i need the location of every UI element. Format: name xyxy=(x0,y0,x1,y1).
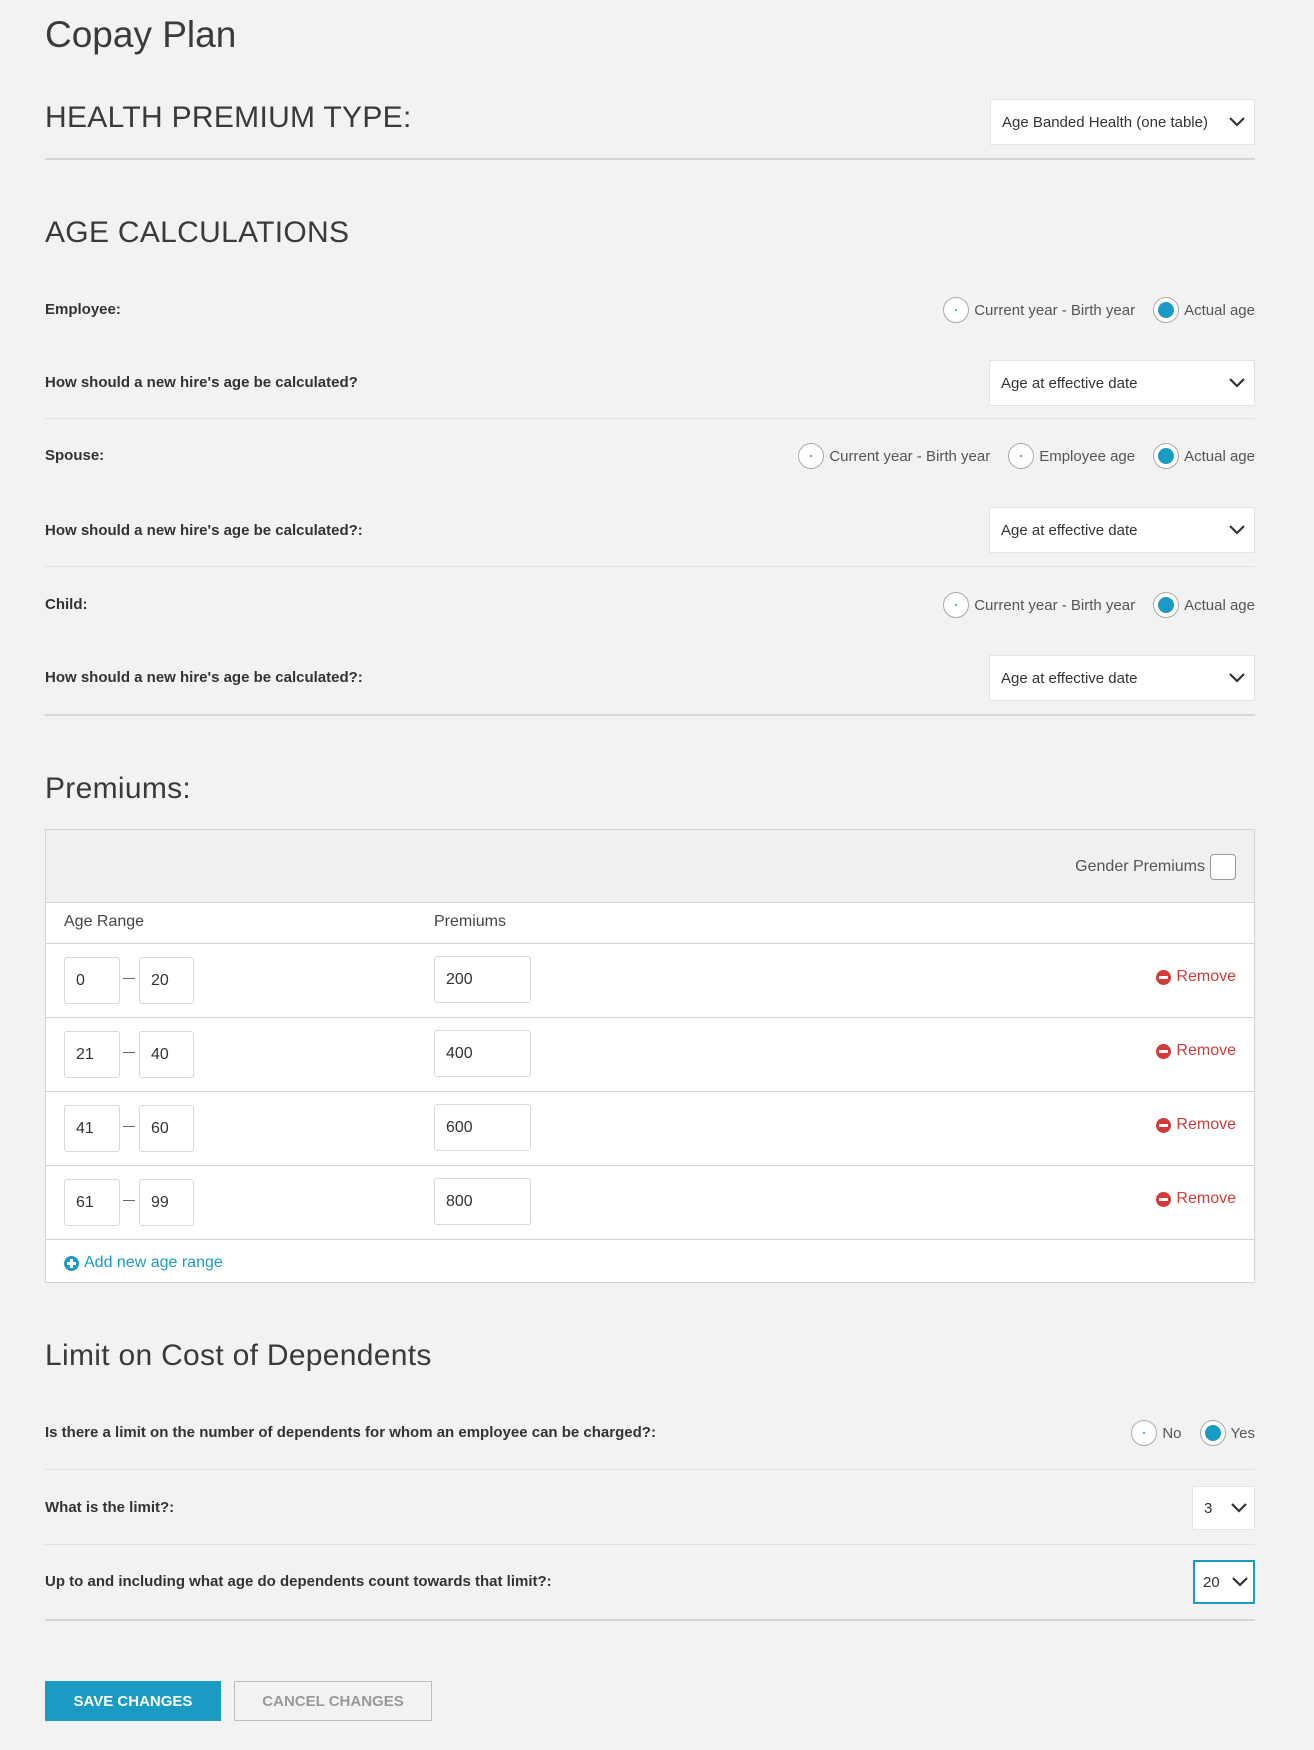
age-to-input[interactable]: 99 xyxy=(139,1179,194,1226)
spouse-age-radio-group: Current year - Birth year Employee age A… xyxy=(780,443,1255,469)
spouse-radio-employee-age[interactable]: Employee age xyxy=(1008,443,1135,469)
gender-premiums-label: Gender Premiums xyxy=(1075,858,1205,875)
radio-circle-selected xyxy=(1153,443,1180,469)
spouse-hire-label: How should a new hire's age be calculate… xyxy=(45,522,363,539)
child-hire-age-select[interactable]: Age at effective date xyxy=(989,655,1255,701)
child-radio-current-year[interactable]: Current year - Birth year xyxy=(943,592,1135,618)
table-row: 61 99 800 Remove xyxy=(46,1165,1254,1239)
remove-icon xyxy=(1156,1117,1172,1133)
age-to-input[interactable]: 40 xyxy=(139,1031,194,1078)
radio-circle xyxy=(1131,1420,1158,1446)
chevron-down-icon xyxy=(1220,117,1254,127)
add-age-range-link[interactable]: Add new age range xyxy=(64,1254,223,1272)
col-header-age-range: Age Range xyxy=(64,913,145,930)
chevron-down-icon xyxy=(1220,378,1254,388)
age-from-input[interactable]: 61 xyxy=(64,1179,120,1226)
limit-value-label: What is the limit?: xyxy=(45,1499,175,1516)
limit-radio-no[interactable]: No xyxy=(1131,1420,1182,1446)
limit-radio-group: No Yes xyxy=(1113,1420,1255,1446)
employee-radio-current-year[interactable]: Current year - Birth year xyxy=(943,297,1135,323)
cancel-changes-button[interactable]: CANCEL CHANGES xyxy=(234,1681,432,1721)
table-row: 0 20 200 Remove xyxy=(46,943,1254,1017)
divider xyxy=(45,158,1255,160)
premium-input[interactable]: 600 xyxy=(434,1104,531,1151)
child-hire-label: How should a new hire's age be calculate… xyxy=(45,669,363,686)
gender-premiums-toggle[interactable]: Gender Premiums xyxy=(1075,854,1236,880)
premium-input[interactable]: 200 xyxy=(434,956,531,1003)
premium-input[interactable]: 800 xyxy=(434,1178,531,1225)
radio-circle xyxy=(798,443,825,469)
remove-icon xyxy=(1156,1043,1172,1059)
chevron-down-icon xyxy=(1220,673,1254,683)
radio-circle-selected xyxy=(1199,1420,1226,1446)
radio-circle xyxy=(943,297,970,323)
remove-row-button[interactable]: Remove xyxy=(1156,1116,1236,1134)
premiums-table: Gender Premiums Age Range Premiums 0 20 … xyxy=(45,829,1255,1283)
range-dash xyxy=(123,1052,135,1053)
child-age-radio-group: Current year - Birth year Actual age xyxy=(925,592,1255,618)
employee-hire-label: How should a new hire's age be calculate… xyxy=(45,374,358,391)
gender-premiums-checkbox[interactable] xyxy=(1210,854,1236,880)
limit-question-label: Is there a limit on the number of depend… xyxy=(45,1424,656,1441)
employee-age-radio-group: Current year - Birth year Actual age xyxy=(925,297,1255,323)
premiums-heading: Premiums: xyxy=(45,772,192,805)
child-label: Child: xyxy=(45,596,88,613)
employee-hire-age-select[interactable]: Age at effective date xyxy=(989,360,1255,406)
employee-radio-actual-age[interactable]: Actual age xyxy=(1153,297,1255,323)
age-to-input[interactable]: 60 xyxy=(139,1105,194,1152)
remove-row-button[interactable]: Remove xyxy=(1156,968,1236,986)
divider xyxy=(45,1619,1255,1621)
remove-row-button[interactable]: Remove xyxy=(1156,1190,1236,1208)
radio-circle xyxy=(1008,443,1035,469)
radio-circle-selected xyxy=(1153,297,1180,323)
age-from-input[interactable]: 21 xyxy=(64,1031,120,1078)
table-row: 41 60 600 Remove xyxy=(46,1091,1254,1165)
age-from-input[interactable]: 41 xyxy=(64,1105,120,1152)
divider xyxy=(45,1469,1255,1470)
table-row: 21 40 400 Remove xyxy=(46,1017,1254,1091)
page-title: Copay Plan xyxy=(45,14,237,55)
divider xyxy=(45,566,1255,567)
health-premium-type-select[interactable]: Age Banded Health (one table) xyxy=(990,99,1255,145)
chevron-down-icon xyxy=(1224,1503,1254,1513)
divider xyxy=(45,418,1255,419)
limit-age-label: Up to and including what age do dependen… xyxy=(45,1573,552,1590)
remove-row-button[interactable]: Remove xyxy=(1156,1042,1236,1060)
chevron-down-icon xyxy=(1227,1577,1253,1587)
employee-label: Employee: xyxy=(45,301,121,318)
spouse-label: Spouse: xyxy=(45,447,105,464)
health-premium-heading: HEALTH PREMIUM TYPE: xyxy=(45,101,412,134)
limit-heading: Limit on Cost of Dependents xyxy=(45,1339,432,1372)
add-icon xyxy=(64,1255,79,1271)
age-from-input[interactable]: 0 xyxy=(64,957,120,1004)
age-calculations-heading: AGE CALCULATIONS xyxy=(45,216,350,249)
premiums-table-toolbar: Gender Premiums xyxy=(46,830,1254,903)
divider xyxy=(45,714,1255,716)
radio-circle xyxy=(943,592,970,618)
limit-value-select[interactable]: 3 xyxy=(1192,1486,1255,1530)
radio-circle-selected xyxy=(1153,592,1180,618)
range-dash xyxy=(123,1200,135,1201)
age-to-input[interactable]: 20 xyxy=(139,957,194,1004)
limit-radio-yes[interactable]: Yes xyxy=(1199,1420,1255,1446)
spouse-radio-current-year[interactable]: Current year - Birth year xyxy=(798,443,990,469)
premium-input[interactable]: 400 xyxy=(434,1030,531,1077)
save-changes-button[interactable]: SAVE CHANGES xyxy=(45,1681,221,1721)
col-header-premiums: Premiums xyxy=(434,913,507,930)
remove-icon xyxy=(1156,1191,1172,1207)
spouse-radio-actual-age[interactable]: Actual age xyxy=(1153,443,1255,469)
range-dash xyxy=(123,978,135,979)
chevron-down-icon xyxy=(1220,525,1254,535)
limit-age-select[interactable]: 20 xyxy=(1193,1560,1255,1604)
spouse-hire-age-select[interactable]: Age at effective date xyxy=(989,507,1255,553)
health-premium-type-value: Age Banded Health (one table) xyxy=(1002,113,1208,131)
range-dash xyxy=(123,1126,135,1127)
remove-icon xyxy=(1156,969,1172,985)
row-divider xyxy=(46,1239,1254,1240)
divider xyxy=(45,1544,1255,1545)
child-radio-actual-age[interactable]: Actual age xyxy=(1153,592,1255,618)
